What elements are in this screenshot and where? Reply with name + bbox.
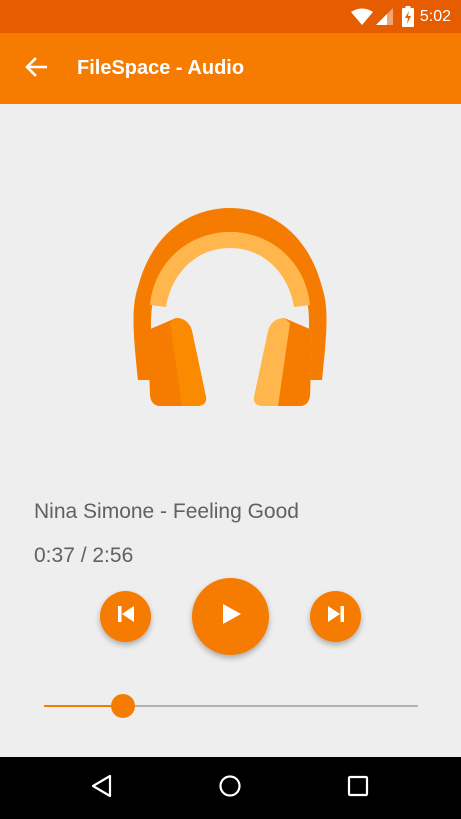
cell-signal-icon bbox=[375, 8, 393, 25]
track-title: Nina Simone - Feeling Good bbox=[34, 500, 299, 523]
skip-previous-icon bbox=[115, 603, 137, 630]
skip-next-icon bbox=[325, 603, 347, 630]
playback-time: 0:37 / 2:56 bbox=[34, 544, 134, 567]
status-time: 5:02 bbox=[419, 7, 451, 25]
play-icon bbox=[218, 601, 244, 632]
nav-recents-button[interactable] bbox=[335, 765, 381, 811]
nav-back-button[interactable] bbox=[79, 765, 125, 811]
arrow-back-icon bbox=[25, 56, 48, 82]
status-icons: 5:02 bbox=[350, 0, 451, 33]
nav-home-button[interactable] bbox=[207, 765, 253, 811]
album-art bbox=[130, 205, 330, 415]
nav-recents-icon bbox=[347, 775, 369, 802]
nav-home-icon bbox=[218, 774, 242, 803]
nav-back-icon bbox=[90, 774, 114, 803]
next-track-button[interactable] bbox=[310, 591, 361, 642]
wifi-icon bbox=[350, 8, 373, 26]
headphones-icon bbox=[130, 208, 330, 414]
page-title: FileSpace - Audio bbox=[77, 57, 245, 79]
app-bar: FileSpace - Audio bbox=[0, 33, 461, 104]
navigation-bar bbox=[0, 757, 461, 819]
battery-charging-icon bbox=[401, 6, 414, 27]
seek-thumb[interactable] bbox=[110, 694, 135, 718]
audio-player-screen: 5:02 FileSpace - Audio Nina Simone - Fee… bbox=[0, 0, 461, 819]
seek-bar[interactable] bbox=[44, 692, 418, 722]
play-button[interactable] bbox=[192, 578, 269, 655]
previous-track-button[interactable] bbox=[100, 591, 151, 642]
status-bar: 5:02 bbox=[0, 0, 461, 33]
back-button[interactable] bbox=[14, 47, 58, 91]
